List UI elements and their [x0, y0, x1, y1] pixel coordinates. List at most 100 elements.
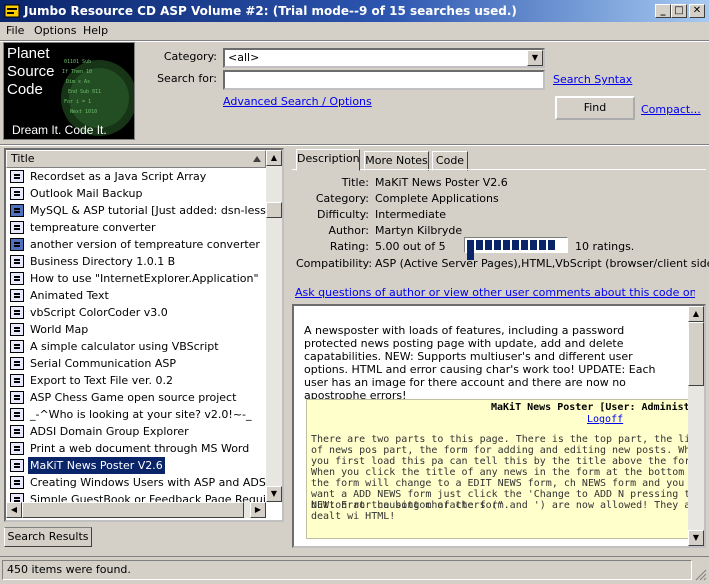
list-item[interactable]: A simple calculator using VBScript: [6, 338, 266, 355]
rating-segment: [476, 240, 483, 250]
code-file-icon: [10, 323, 24, 336]
list-vertical-scrollbar[interactable]: ▲ ▼: [266, 150, 282, 502]
difficulty-field-value: Intermediate: [375, 208, 446, 221]
rating-segment: [548, 240, 555, 250]
status-bar: 450 items were found.: [0, 556, 709, 584]
list-item-label: Animated Text: [30, 289, 109, 302]
code-file-icon: [10, 204, 24, 217]
logo-text-3: Code: [7, 81, 43, 98]
rating-segment: [494, 240, 501, 250]
list-item[interactable]: _-^Who is looking at your site? v2.0!~-_: [6, 406, 266, 423]
list-item[interactable]: Serial Communication ASP: [6, 355, 266, 372]
chevron-down-icon[interactable]: ▼: [527, 50, 543, 66]
scroll-left-icon[interactable]: ◀: [6, 502, 22, 518]
app-icon: [4, 3, 20, 19]
desc-scroll-down-icon[interactable]: ▼: [688, 530, 704, 546]
compact-link[interactable]: Compact...: [641, 103, 701, 116]
rating-segment: [512, 240, 519, 250]
menu-options[interactable]: Options: [34, 22, 76, 40]
minimize-button[interactable]: _: [655, 4, 671, 18]
resize-grip-icon[interactable]: [695, 569, 707, 581]
preview-logoff-link[interactable]: Logoff: [587, 414, 623, 425]
svg-text:For i = 1: For i = 1: [64, 99, 91, 105]
status-text: 450 items were found.: [2, 560, 692, 580]
description-panel[interactable]: A newsposter with loads of features, inc…: [292, 304, 706, 548]
list-item-label: another version of tempreature converter: [30, 238, 260, 251]
compatibility-field-value: ASP (Active Server Pages),HTML,VbScript …: [375, 257, 709, 270]
desc-scroll-up-icon[interactable]: ▲: [688, 306, 704, 322]
list-item[interactable]: Recordset as a Java Script Array: [6, 168, 266, 185]
results-list[interactable]: Title Recordset as a Java Script Array Ou…: [4, 148, 284, 522]
rating-bar: [464, 237, 568, 260]
code-file-icon: [10, 459, 24, 472]
code-file-icon: [10, 408, 24, 421]
svg-text:If Then 10: If Then 10: [62, 69, 92, 75]
list-item[interactable]: World Map: [6, 321, 266, 338]
list-item-label: ADSI Domain Group Explorer: [30, 425, 189, 438]
list-item[interactable]: Creating Windows Users with ASP and ADSI: [6, 474, 266, 491]
preview-body-2: NEW: Error causing characters (" and ') …: [311, 500, 692, 522]
rating-segment: [485, 240, 492, 250]
svg-text:Dim x As: Dim x As: [66, 79, 90, 85]
search-results-tab[interactable]: Search Results: [4, 527, 92, 547]
author-field-value: Martyn Kilbryde: [375, 224, 463, 237]
rating-field-label: Rating:: [329, 240, 369, 253]
menu-file[interactable]: File: [6, 22, 24, 40]
list-item[interactable]: vbScript ColorCoder v3.0: [6, 304, 266, 321]
list-item[interactable]: How to use "InternetExplorer.Application…: [6, 270, 266, 287]
list-item[interactable]: Outlook Mail Backup: [6, 185, 266, 202]
tab-more-notes[interactable]: More Notes: [364, 151, 429, 171]
find-button[interactable]: Find: [555, 96, 635, 120]
search-syntax-link[interactable]: Search Syntax: [553, 73, 632, 86]
rating-segment: [530, 240, 537, 250]
scroll-down-icon[interactable]: ▼: [266, 486, 282, 502]
title-field-value: MaKiT News Poster V2.6: [375, 176, 508, 189]
category-field-label: Category:: [315, 192, 369, 205]
list-item-label: Creating Windows Users with ASP and ADSI: [30, 476, 266, 489]
list-item[interactable]: Animated Text: [6, 287, 266, 304]
logo-tagline: Dream It. Code It.: [12, 123, 107, 137]
code-file-icon: [10, 289, 24, 302]
list-horizontal-scrollbar[interactable]: ◀ ▶: [6, 502, 266, 518]
ratings-count: 10 ratings.: [575, 240, 635, 253]
scroll-right-icon[interactable]: ▶: [250, 502, 266, 518]
window-title: Jumbo Resource CD ASP Volume #2: (Trial …: [24, 4, 517, 18]
list-item[interactable]: ASP Chess Game open source project: [6, 389, 266, 406]
maximize-button[interactable]: □: [671, 4, 687, 18]
logo-text-1: Planet: [7, 45, 50, 62]
list-item-label: MaKiT News Poster V2.6: [28, 457, 165, 474]
advanced-search-link[interactable]: Advanced Search / Options: [223, 95, 372, 108]
planet-source-code-logo: 01101 Sub If Then 10 Dim x As End Sub 011 F…: [3, 42, 135, 140]
title-bar: Jumbo Resource CD ASP Volume #2: (Trial …: [0, 0, 709, 22]
menu-help[interactable]: Help: [83, 22, 108, 40]
list-item-label: Serial Communication ASP: [30, 357, 176, 370]
list-item[interactable]: another version of tempreature converter: [6, 236, 266, 253]
close-button[interactable]: ✕: [689, 4, 705, 18]
list-item-label: ASP Chess Game open source project: [30, 391, 237, 404]
difficulty-field-label: Difficulty:: [317, 208, 369, 221]
tab-code[interactable]: Code: [432, 151, 468, 171]
list-item[interactable]: MySQL & ASP tutorial [Just added: dsn-le…: [6, 202, 266, 219]
rating-segment: [467, 240, 474, 250]
list-item[interactable]: MaKiT News Poster V2.6: [6, 457, 266, 474]
list-item[interactable]: Business Directory 1.0.1 B: [6, 253, 266, 270]
scroll-up-icon[interactable]: ▲: [266, 150, 282, 166]
list-item-label: MySQL & ASP tutorial [Just added: dsn-le…: [30, 204, 266, 217]
h-scroll-thumb[interactable]: [22, 502, 244, 518]
author-field-label: Author:: [328, 224, 369, 237]
scroll-thumb[interactable]: [266, 202, 282, 218]
desc-scroll-thumb[interactable]: [688, 322, 704, 386]
list-item[interactable]: Print a web document through MS Word: [6, 440, 266, 457]
list-header-title[interactable]: Title: [6, 150, 266, 168]
ask-questions-link[interactable]: Ask questions of author or view other us…: [295, 286, 695, 299]
list-item[interactable]: tempreature converter: [6, 219, 266, 236]
list-item[interactable]: ADSI Domain Group Explorer: [6, 423, 266, 440]
description-scrollbar[interactable]: ▲ ▼: [688, 306, 704, 546]
list-item-label: Business Directory 1.0.1 B: [30, 255, 176, 268]
list-item[interactable]: Export to Text File ver. 0.2: [6, 372, 266, 389]
code-file-icon: [10, 238, 24, 251]
code-file-icon: [10, 357, 24, 370]
search-input[interactable]: [223, 70, 545, 90]
category-combobox[interactable]: <all> ▼: [223, 48, 545, 68]
tab-description[interactable]: Description: [296, 149, 360, 171]
